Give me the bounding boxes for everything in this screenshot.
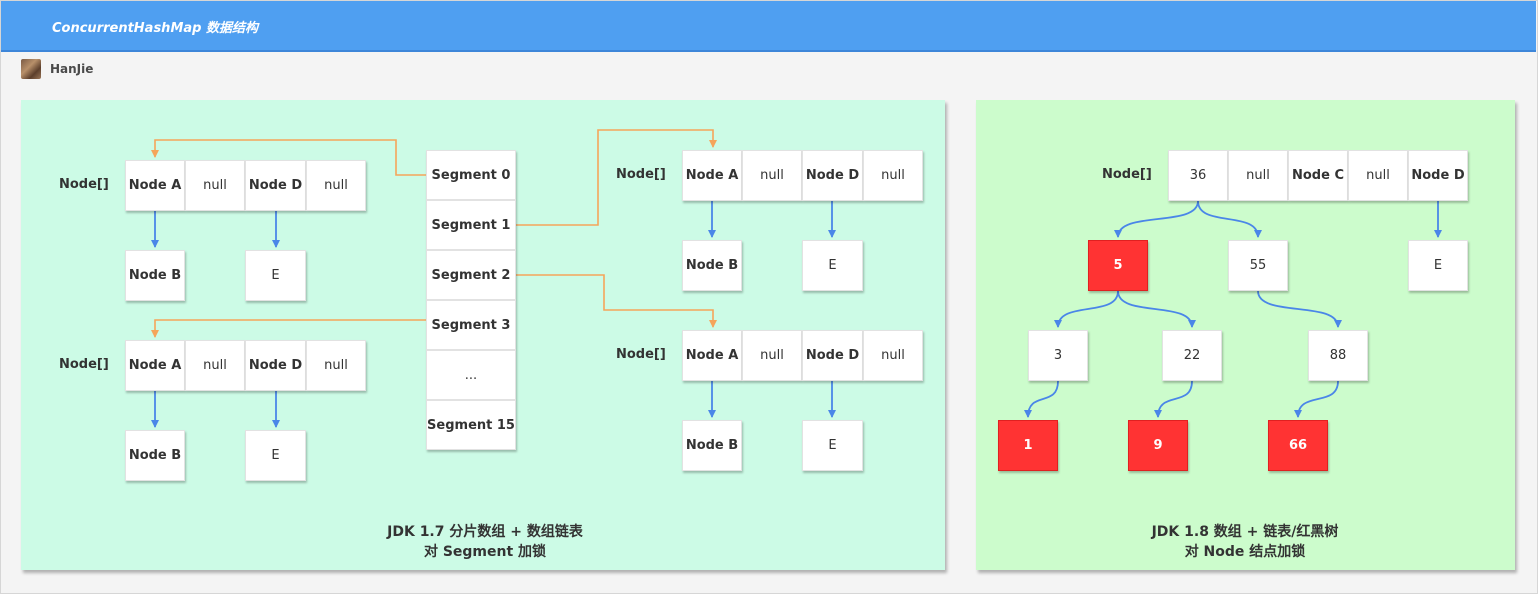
chain-node: E — [245, 250, 306, 301]
null-cell: null — [1348, 150, 1408, 201]
jdk18-caption: JDK 1.8 数组 + 链表/红黑树 对 Node 结点加锁 — [1110, 522, 1380, 562]
jdk18-caption-line1: JDK 1.8 数组 + 链表/红黑树 — [1151, 524, 1339, 540]
jdk17-caption: JDK 1.7 分片数组 + 数组链表 对 Segment 加锁 — [340, 522, 630, 562]
tree-edge — [1197, 200, 1262, 238]
tree-node: 22 — [1162, 330, 1222, 381]
node-cell: Node A — [682, 330, 742, 381]
jdk18-caption-line2: 对 Node 结点加锁 — [1184, 544, 1306, 560]
node-array-label: Node[] — [616, 167, 666, 182]
tree-node-red: 9 — [1128, 420, 1188, 471]
tree-edge — [1117, 290, 1196, 328]
null-cell: null — [306, 160, 366, 211]
node-cell: 36 — [1168, 150, 1228, 201]
segment-cell: Segment 15 — [426, 400, 516, 450]
node-cell: Node D — [245, 340, 306, 391]
node-cell: Node A — [125, 340, 185, 391]
tree-edge — [1024, 380, 1059, 418]
node-cell: Node D — [802, 330, 863, 381]
null-cell: null — [742, 330, 802, 381]
segment-cell: Segment 2 — [426, 250, 516, 300]
chain-node: Node B — [682, 240, 742, 291]
chain-node: Node B — [125, 250, 185, 301]
segment3-link — [151, 319, 426, 338]
node-cell: Node D — [245, 160, 306, 211]
tree-node: 88 — [1308, 330, 1368, 381]
node-cell: Node C — [1288, 150, 1348, 201]
chain-node: Node B — [682, 420, 742, 471]
tree-edge — [1054, 290, 1119, 328]
chain-node: E — [1408, 240, 1468, 291]
tree-node-red: 1 — [998, 420, 1058, 471]
null-cell: null — [185, 160, 245, 211]
node-cell: Node A — [682, 150, 742, 201]
tree-node: 3 — [1028, 330, 1088, 381]
node-array-label: Node[] — [616, 347, 666, 362]
tree-node: 55 — [1228, 240, 1288, 291]
chain-node: E — [245, 430, 306, 481]
chain-node: E — [802, 240, 863, 291]
connector-layer — [151, 129, 1442, 428]
chain-node: E — [802, 420, 863, 471]
segment-cell: Segment 3 — [426, 300, 516, 350]
segment-cell: Segment 1 — [426, 200, 516, 250]
null-cell: null — [1228, 150, 1288, 201]
node-cell: Node D — [802, 150, 863, 201]
segment-ellipsis: ... — [426, 350, 516, 400]
tree-edge — [1294, 380, 1339, 418]
null-cell: null — [742, 150, 802, 201]
null-cell: null — [185, 340, 245, 391]
node-array-label: Node[] — [1102, 167, 1152, 182]
tree-node-red: 5 — [1088, 240, 1148, 291]
node-cell: Node D — [1408, 150, 1468, 201]
tree-edge — [1154, 380, 1193, 418]
jdk17-caption-line2: 对 Segment 加锁 — [423, 544, 547, 560]
segment-cell: Segment 0 — [426, 150, 516, 200]
null-cell: null — [863, 150, 923, 201]
tree-node-red: 66 — [1268, 420, 1328, 471]
tree-edge — [1114, 200, 1199, 238]
jdk17-caption-line1: JDK 1.7 分片数组 + 数组链表 — [387, 524, 583, 540]
chain-node: Node B — [125, 430, 185, 481]
node-array-label: Node[] — [59, 357, 109, 372]
node-cell: Node A — [125, 160, 185, 211]
node-array-label: Node[] — [59, 177, 109, 192]
tree-edge — [1257, 290, 1342, 328]
null-cell: null — [306, 340, 366, 391]
null-cell: null — [863, 330, 923, 381]
